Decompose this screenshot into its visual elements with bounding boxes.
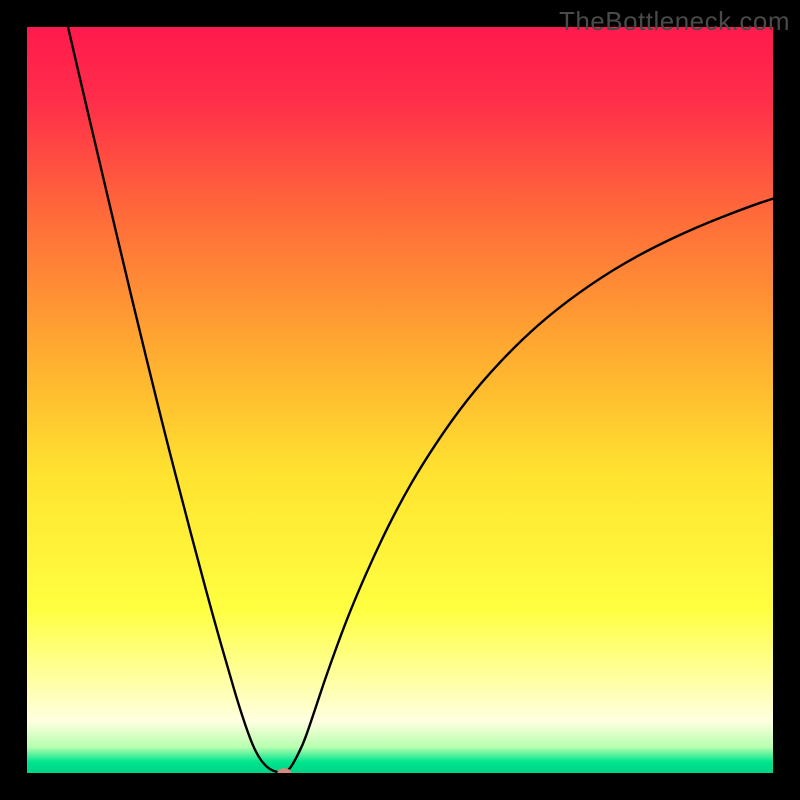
chart-frame: TheBottleneck.com bbox=[0, 0, 800, 800]
plot-area bbox=[27, 27, 773, 773]
watermark-text: TheBottleneck.com bbox=[559, 6, 790, 37]
optimal-point-marker bbox=[27, 27, 773, 773]
